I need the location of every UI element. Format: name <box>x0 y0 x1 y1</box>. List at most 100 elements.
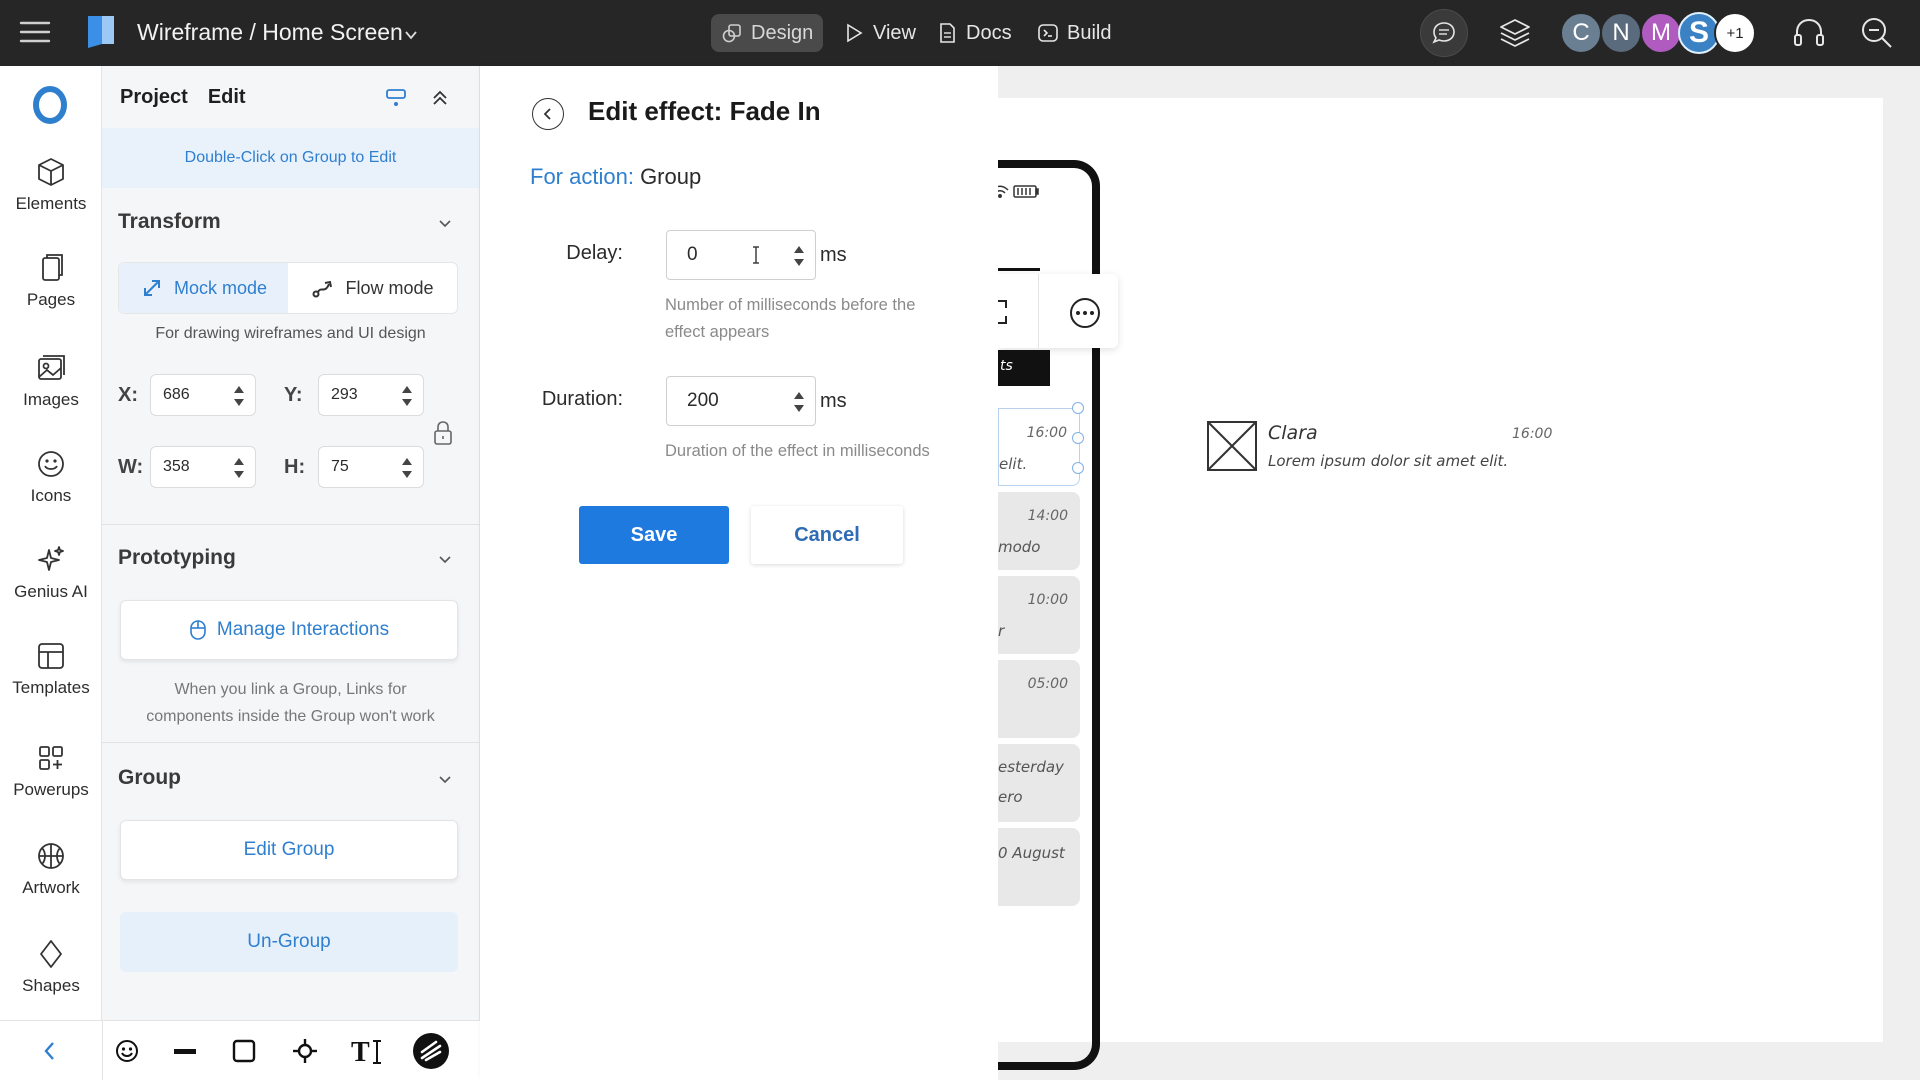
headset-icon[interactable] <box>1790 14 1828 52</box>
message-card[interactable]: 16:00 elit. <box>998 408 1080 486</box>
avatar-initial: M <box>1651 19 1671 46</box>
stepper-icon[interactable] <box>233 455 245 481</box>
stepper-icon[interactable] <box>793 389 805 415</box>
avatar-m[interactable]: M <box>1640 12 1682 54</box>
message-time: 10:00 <box>1027 592 1068 608</box>
cancel-button[interactable]: Cancel <box>751 506 903 564</box>
preview-icon[interactable] <box>384 86 408 110</box>
dark-tab[interactable]: ts <box>998 350 1050 386</box>
message-time: 16:00 <box>1026 425 1067 441</box>
rail-item-elements[interactable]: Elements <box>0 156 102 214</box>
stepper-icon[interactable] <box>401 383 413 409</box>
chat-bubble-icon <box>1432 22 1455 44</box>
layers-icon[interactable] <box>1496 14 1534 52</box>
mock-mode-button[interactable]: Mock mode <box>119 263 288 313</box>
text-cursor-icon <box>753 246 759 264</box>
floating-toolbar <box>998 274 1118 348</box>
rail-item-icons[interactable]: Icons <box>0 448 102 506</box>
brand-ring-icon[interactable] <box>31 86 69 124</box>
stepper-icon[interactable] <box>793 243 805 269</box>
stepper-icon[interactable] <box>401 455 413 481</box>
w-label: W: <box>118 456 144 478</box>
w-input[interactable]: 358 <box>150 446 256 488</box>
rail-item-pages[interactable]: Pages <box>0 252 102 310</box>
nav-build[interactable]: Build <box>1027 14 1121 52</box>
stepper-icon[interactable] <box>233 383 245 409</box>
divider <box>998 268 1040 271</box>
message-text: r <box>998 622 1005 640</box>
text-tool-icon[interactable]: T <box>350 1035 386 1067</box>
delay-hint-line: effect appears <box>665 323 770 341</box>
comments-button[interactable] <box>1420 9 1468 57</box>
collapse-up-icon[interactable] <box>428 86 452 110</box>
message-card[interactable]: 0 August <box>998 828 1080 906</box>
manage-interactions-button[interactable]: Manage Interactions <box>120 600 458 660</box>
link-note: When you link a Group, Links for compone… <box>102 676 479 730</box>
chevron-down-icon[interactable] <box>436 214 454 232</box>
rail-item-shapes[interactable]: Shapes <box>0 938 102 996</box>
artboard[interactable]: ts 16:00 elit. 14:00 modo 10:00 r 05:00 … <box>998 98 1883 1070</box>
zoom-out-icon[interactable] <box>1858 14 1896 52</box>
y-input[interactable]: 293 <box>318 374 424 416</box>
chevron-down-icon[interactable] <box>436 770 454 788</box>
resize-handle[interactable] <box>1072 432 1084 444</box>
rail-item-genius-ai[interactable]: Genius AI <box>0 544 102 602</box>
contact-time: 16:00 <box>1512 426 1553 442</box>
x-input[interactable]: 686 <box>150 374 256 416</box>
avatar-c[interactable]: C <box>1560 12 1602 54</box>
nav-view-label: View <box>873 21 916 44</box>
document-title[interactable]: Wireframe / Home Screen <box>137 19 403 46</box>
h-input[interactable]: 75 <box>318 446 424 488</box>
ungroup-label: Un-Group <box>247 931 331 952</box>
chevron-down-icon[interactable] <box>404 28 418 42</box>
rail-item-images[interactable]: Images <box>0 352 102 410</box>
edit-group-button[interactable]: Edit Group <box>120 820 458 880</box>
lock-icon[interactable] <box>432 420 454 446</box>
y-value: 293 <box>331 386 358 403</box>
pen-tool-icon[interactable] <box>289 1035 321 1067</box>
nav-docs[interactable]: Docs <box>926 14 1022 52</box>
tab-project[interactable]: Project <box>120 86 188 109</box>
resize-handle[interactable] <box>1072 462 1084 474</box>
message-card[interactable]: 05:00 <box>998 660 1080 738</box>
nav-view[interactable]: View <box>833 14 926 52</box>
back-button[interactable] <box>532 98 564 130</box>
chevron-down-icon[interactable] <box>436 550 454 568</box>
line-tool-icon[interactable] <box>169 1035 201 1067</box>
collapse-left-icon[interactable] <box>34 1035 66 1067</box>
message-card[interactable]: esterday ero <box>998 744 1080 822</box>
left-rail: Elements Pages Images Icons Genius AI Te… <box>0 66 102 1080</box>
more-options-icon[interactable] <box>1068 296 1102 330</box>
avatar-n[interactable]: N <box>1600 12 1642 54</box>
play-icon <box>847 23 863 43</box>
mouse-icon <box>190 620 206 640</box>
delay-hint-line: Number of milliseconds before the <box>665 296 916 314</box>
rectangle-tool-icon[interactable] <box>228 1035 260 1067</box>
avatar-initial: C <box>1572 19 1590 46</box>
delay-input[interactable]: 0 <box>666 230 816 280</box>
frame-corner-icon[interactable] <box>998 298 1012 326</box>
rail-item-templates[interactable]: Templates <box>0 640 102 698</box>
save-button[interactable]: Save <box>579 506 729 564</box>
tab-edit[interactable]: Edit <box>208 86 246 109</box>
emoji-tool-icon[interactable] <box>111 1035 143 1067</box>
sketch-style-icon[interactable] <box>412 1032 450 1070</box>
nav-design[interactable]: Design <box>711 14 824 52</box>
duration-input[interactable]: 200 <box>666 376 816 426</box>
menu-icon[interactable] <box>18 17 52 47</box>
avatar-initial: S <box>1688 16 1709 49</box>
rail-item-label: Shapes <box>22 976 80 995</box>
link-note-line: components inside the Group won't work <box>146 708 435 725</box>
more-collaborators-badge[interactable]: +1 <box>1714 12 1756 54</box>
delay-hint: Number of milliseconds before the effect… <box>665 292 965 346</box>
design-canvas[interactable]: ts 16:00 elit. 14:00 modo 10:00 r 05:00 … <box>998 66 1920 1080</box>
message-card[interactable]: 14:00 modo <box>998 492 1080 570</box>
ungroup-button[interactable]: Un-Group <box>120 912 458 972</box>
message-card[interactable]: 10:00 r <box>998 576 1080 654</box>
rail-item-powerups[interactable]: Powerups <box>0 742 102 800</box>
resize-handle[interactable] <box>1072 402 1084 414</box>
rail-item-artwork[interactable]: Artwork <box>0 840 102 898</box>
flow-mode-button[interactable]: Flow mode <box>288 263 457 313</box>
code-icon <box>1038 24 1058 42</box>
app-logo-icon[interactable] <box>84 14 118 50</box>
